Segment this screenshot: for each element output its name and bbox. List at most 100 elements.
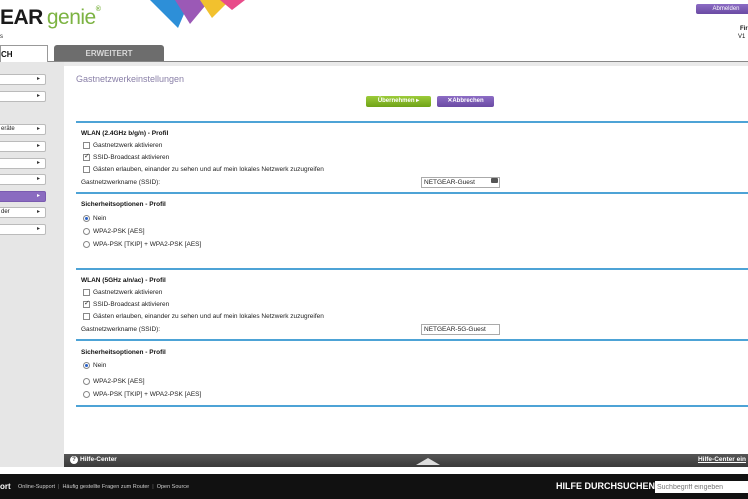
band5-ssid-broadcast-label: SSID-Broadcast aktivieren [93,301,170,309]
helpbar-left-fill [0,454,64,467]
chevron-right-icon: ▸ [36,126,40,132]
band5-ssid-label: Gastnetzwerkname (SSID): [81,326,161,333]
band24-enable-guest-label: Gastnetzwerk aktivieren [93,142,163,150]
help-search-input[interactable] [655,481,748,493]
band24-ssid-broadcast-checkbox[interactable] [83,152,90,161]
help-search-label: HILFE DURCHSUCHEN [556,481,655,491]
band24-opt-none-row[interactable]: Nein [83,215,106,222]
sidebar-item-4[interactable]: ▸ [0,141,46,152]
main-content: Gastnetzwerkeinstellungen Übernehmen ▸ ✕… [64,62,748,454]
firmware-version: V1 [738,34,746,40]
band5-ssid-field[interactable] [421,324,500,335]
band5-ssid-broadcast-row[interactable]: SSID-Broadcast aktivieren [83,299,170,309]
footer-link-faq[interactable]: Häufig gestellte Fragen zum Router [62,484,149,490]
footer-separator: | [152,484,154,490]
help-center-bar[interactable]: ? Hilfe-Center Hilfe-Center ein [64,454,748,467]
band5-opt-none-row[interactable]: Nein [83,362,106,369]
band24-opt-none-label: Nein [93,215,107,223]
section-divider [76,405,748,407]
sidebar-item-label: der [1,209,10,215]
tab-advanced[interactable]: ERWEITERT [54,45,164,62]
chevron-right-icon: ▸ [36,193,40,199]
tab-basic[interactable]: CH [0,45,48,62]
band5-title: WLAN (5GHz a/n/ac) - Profil [81,277,166,284]
band5-ssid-broadcast-checkbox[interactable] [83,299,90,308]
chevron-right-icon: ▸ [36,160,40,166]
chevron-up-icon[interactable] [416,458,440,465]
footer-support-title: ort [0,482,11,491]
band5-opt-wpa2-label: WPA2-PSK [AES] [93,378,145,386]
footer-links: Online-Support | Häufig gestellte Fragen z… [18,484,189,490]
band5-allow-local-row[interactable]: Gästen erlauben, einander zu sehen und a… [83,313,324,320]
logo-registered: ® [95,6,101,13]
apply-button[interactable]: Übernehmen ▸ [366,96,431,107]
band24-ssid-broadcast-row[interactable]: SSID-Broadcast aktivieren [83,152,169,161]
band24-enable-guest-checkbox[interactable] [83,142,90,149]
sidebar-item-guest-network[interactable]: ▸ [0,191,46,202]
sidebar-item-label: eräte [1,126,15,132]
band5-enable-guest-checkbox[interactable] [83,289,90,296]
logo-genie: genie [46,6,96,29]
band5-enable-guest-row[interactable]: Gastnetzwerk aktivieren [83,289,162,296]
chevron-right-icon: ▸ [36,176,40,182]
footer-link-online-support[interactable]: Online-Support [18,484,55,490]
sidebar: ▸ ▸ eräte ▸ ▸ ▸ ▸ ▸ der ▸ ▸ [0,62,64,454]
band24-ssid-field[interactable] [421,177,500,188]
band24-allow-local-checkbox[interactable] [83,166,90,173]
help-center-toggle[interactable]: ? Hilfe-Center [70,456,117,464]
band24-title: WLAN (2.4GHz b/g/n) - Profil [81,130,169,137]
sidebar-item-6[interactable]: ▸ [0,174,46,185]
footer-link-open-source[interactable]: Open Source [157,484,189,490]
keyboard-icon [491,178,498,183]
chevron-right-icon: ▸ [36,76,40,82]
logout-button[interactable]: Abmelden [696,4,748,14]
band5-opt-mixed-label: WPA-PSK [TKIP] + WPA2-PSK [AES] [93,391,202,399]
band24-opt-mixed-row[interactable]: WPA-PSK [TKIP] + WPA2-PSK [AES] [83,241,201,248]
sidebar-item-1[interactable]: ▸ [0,74,46,85]
cancel-button[interactable]: ✕Abbrechen [437,96,494,107]
band24-opt-mixed-radio[interactable] [83,241,90,248]
section-divider [76,268,748,270]
band5-opt-wpa2-row[interactable]: WPA2-PSK [AES] [83,378,145,385]
band24-opt-mixed-label: WPA-PSK [TKIP] + WPA2-PSK [AES] [93,241,202,249]
band5-opt-wpa2-radio[interactable] [83,378,90,385]
footer: ort Online-Support | Häufig gestellte Frag… [0,474,748,499]
band24-security-title: Sicherheitsoptionen - Profil [81,201,166,208]
question-icon: ? [70,456,78,464]
section-divider [76,121,748,123]
band24-allow-local-row[interactable]: Gästen erlauben, einander zu sehen und a… [83,166,324,173]
band24-enable-guest-row[interactable]: Gastnetzwerk aktivieren [83,142,162,149]
logo-brand: EAR [0,6,43,29]
band24-opt-wpa2-row[interactable]: WPA2-PSK [AES] [83,228,145,235]
section-divider [76,339,748,341]
band24-allow-local-label: Gästen erlauben, einander zu sehen und a… [93,166,324,174]
band5-enable-guest-label: Gastnetzwerk aktivieren [93,289,163,297]
band24-ssid-label: Gastnetzwerkname (SSID): [81,179,161,186]
sidebar-item-8[interactable]: der ▸ [0,207,46,218]
netgear-genie-logo: EAR genie® [0,6,101,30]
logo-subtext: s [0,34,3,40]
band5-opt-none-radio[interactable] [83,362,90,369]
band24-opt-none-radio[interactable] [83,215,90,222]
logo-swoosh-graphic [150,0,245,28]
header: EAR genie® s Abmelden Fir V1 CH ERWEITERT [0,0,748,62]
help-center-show-link[interactable]: Hilfe-Center ein [698,456,746,463]
sidebar-item-5[interactable]: ▸ [0,158,46,169]
band24-opt-wpa2-radio[interactable] [83,228,90,235]
sidebar-item-9[interactable]: ▸ [0,224,46,235]
page-title: Gastnetzwerkeinstellungen [76,74,185,84]
chevron-right-icon: ▸ [36,93,40,99]
footer-separator: | [58,484,60,490]
chevron-right-icon: ▸ [36,209,40,215]
help-center-label: Hilfe-Center [80,456,117,463]
band5-opt-mixed-radio[interactable] [83,391,90,398]
sidebar-item-devices[interactable]: eräte ▸ [0,124,46,135]
band24-opt-wpa2-label: WPA2-PSK [AES] [93,228,145,236]
band5-security-title: Sicherheitsoptionen - Profil [81,349,166,356]
band5-opt-none-label: Nein [93,362,107,370]
chevron-right-icon: ▸ [36,226,40,232]
band5-opt-mixed-row[interactable]: WPA-PSK [TKIP] + WPA2-PSK [AES] [83,391,201,398]
band5-allow-local-checkbox[interactable] [83,313,90,320]
section-divider [76,192,748,194]
sidebar-item-2[interactable]: ▸ [0,91,46,102]
